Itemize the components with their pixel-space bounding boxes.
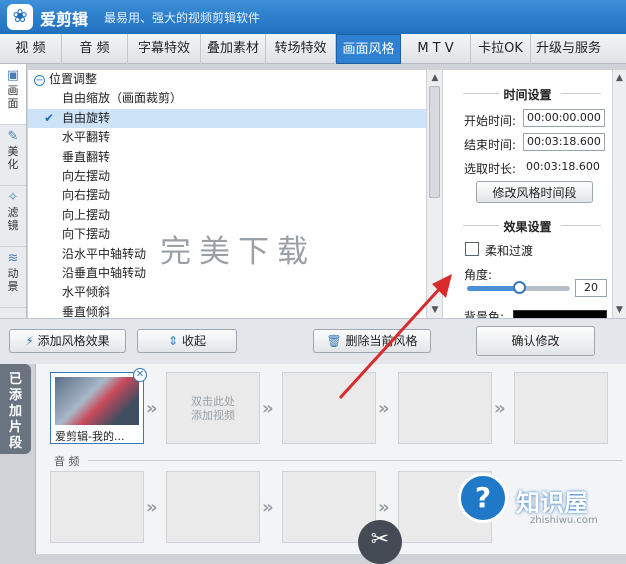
added-clips-tab[interactable]: 已添加片段 bbox=[0, 364, 31, 454]
collapse-button[interactable]: ⇕ 收起 bbox=[137, 329, 237, 353]
settings-panel: 时间设置 开始时间: 00:00:00.000 结束时间: 00:03:18.6… bbox=[443, 70, 612, 324]
empty-audio-slot[interactable] bbox=[50, 471, 144, 543]
video-clip[interactable]: 爱剪辑-我的... bbox=[50, 372, 144, 444]
collapse-arrows-icon: ⇕ bbox=[168, 334, 179, 348]
effect-settings-title: 效果设置 bbox=[503, 220, 552, 234]
side-tab-motion[interactable]: ≋ 动景 bbox=[0, 247, 26, 308]
sparkle-wand-icon: ✧ bbox=[7, 190, 19, 205]
action-bar: ⚡ 添加风格效果 ⇕ 收起 🗑 删除当前风格 确认修改 bbox=[0, 318, 626, 364]
scissors-icon[interactable]: ✂ bbox=[358, 520, 402, 564]
tab-mtv[interactable]: M T V bbox=[401, 34, 471, 64]
end-time-field[interactable]: 00:03:18.600 bbox=[523, 133, 605, 151]
tab-karaoke[interactable]: 卡拉OK bbox=[471, 34, 531, 64]
angle-label: 角度: bbox=[464, 268, 493, 282]
tab-overlay[interactable]: 叠加素材 bbox=[201, 34, 266, 64]
divider bbox=[88, 460, 623, 461]
film-reel-icon: ❀ bbox=[7, 4, 33, 30]
duration-label: 选取时长: bbox=[464, 162, 517, 176]
tab-video[interactable]: 视 频 bbox=[0, 34, 62, 64]
chevron-right-icon: » bbox=[146, 398, 158, 419]
watermark-text: 完美下载 bbox=[160, 234, 316, 270]
modify-style-period-button[interactable]: 修改风格时间段 bbox=[476, 181, 593, 203]
add-style-effect-button[interactable]: ⚡ 添加风格效果 bbox=[9, 329, 126, 353]
remove-clip-icon[interactable]: ✕ bbox=[133, 368, 147, 382]
wand-plus-icon: ⚡ bbox=[25, 334, 34, 348]
start-time-label: 开始时间: bbox=[464, 114, 517, 128]
settings-scrollbar[interactable]: ▲ ▼ bbox=[612, 70, 626, 318]
tab-picture-style[interactable]: 画面风格 bbox=[336, 34, 401, 64]
list-item[interactable]: 向左摆动 bbox=[28, 167, 426, 186]
tab-subtitle-effects[interactable]: 字幕特效 bbox=[128, 34, 201, 64]
clip-thumbnail bbox=[55, 377, 139, 425]
app-name: 爱剪辑 bbox=[40, 10, 89, 29]
tab-transitions[interactable]: 转场特效 bbox=[266, 34, 336, 64]
clip-caption: 爱剪辑-我的... bbox=[55, 430, 125, 443]
checkmark-icon: ✔ bbox=[44, 110, 55, 125]
scroll-up-icon[interactable]: ▲ bbox=[427, 70, 443, 86]
list-item[interactable]: 自由缩放（画面裁剪） bbox=[28, 89, 426, 108]
audio-track-label: 音 频 bbox=[54, 455, 80, 468]
chevron-right-icon: » bbox=[494, 398, 506, 419]
soft-transition-label: 柔和过渡 bbox=[485, 244, 534, 258]
empty-video-slot[interactable]: 双击此处 添加视频 bbox=[166, 372, 260, 444]
start-time-field[interactable]: 00:00:00.000 bbox=[523, 109, 605, 127]
question-monitor-icon: ? bbox=[458, 473, 508, 523]
list-item[interactable]: 向右摆动 bbox=[28, 186, 426, 205]
soft-transition-checkbox[interactable] bbox=[465, 242, 479, 256]
duration-value: 00:03:18.600 bbox=[526, 160, 600, 173]
angle-value-field[interactable]: 20 bbox=[575, 279, 607, 297]
chevron-right-icon: » bbox=[146, 497, 158, 518]
list-group-header[interactable]: − 位置调整 bbox=[28, 70, 426, 89]
tab-audio[interactable]: 音 频 bbox=[62, 34, 128, 64]
list-item[interactable]: 向上摆动 bbox=[28, 206, 426, 225]
screen-icon: ▣ bbox=[6, 68, 20, 83]
app-slogan: 最易用、强大的视频剪辑软件 bbox=[104, 11, 261, 25]
collapse-minus-icon[interactable]: − bbox=[34, 75, 45, 86]
divider bbox=[561, 93, 601, 94]
scroll-up-icon[interactable]: ▲ bbox=[613, 70, 626, 86]
empty-audio-slot[interactable] bbox=[166, 471, 260, 543]
style-category-tabs: ▣ 画面 ✎ 美化 ✧ 滤镜 ≋ 动景 bbox=[0, 64, 27, 318]
chevron-right-icon: » bbox=[262, 497, 274, 518]
magic-wand-icon: ✎ bbox=[7, 129, 19, 144]
chevron-right-icon: » bbox=[378, 497, 390, 518]
title-bar: ❀ 爱剪辑 最易用、强大的视频剪辑软件 bbox=[0, 0, 626, 34]
side-tab-picture[interactable]: ▣ 画面 bbox=[0, 64, 26, 125]
tab-upgrade-service[interactable]: 升级与服务 bbox=[531, 34, 606, 64]
brand-watermark: ? 知识屋 zhishiwu.com bbox=[450, 465, 620, 537]
main-tab-bar: 视 频 音 频 字幕特效 叠加素材 转场特效 画面风格 M T V 卡拉OK 升… bbox=[0, 34, 626, 64]
side-tab-beautify[interactable]: ✎ 美化 bbox=[0, 125, 26, 186]
time-settings-title: 时间设置 bbox=[503, 88, 552, 102]
wave-icon: ≋ bbox=[7, 251, 19, 266]
confirm-modify-button[interactable]: 确认修改 bbox=[476, 326, 595, 356]
divider bbox=[561, 225, 601, 226]
list-item-selected[interactable]: ✔ 自由旋转 bbox=[28, 108, 426, 129]
scroll-down-icon[interactable]: ▼ bbox=[613, 302, 626, 318]
side-tab-filter[interactable]: ✧ 滤镜 bbox=[0, 186, 26, 247]
list-item[interactable]: 水平翻转 bbox=[28, 128, 426, 147]
scroll-thumb[interactable] bbox=[429, 86, 440, 198]
brand-url: zhishiwu.com bbox=[530, 515, 598, 526]
add-video-placeholder: 双击此处 添加视频 bbox=[191, 395, 235, 422]
list-item[interactable]: 垂直翻转 bbox=[28, 148, 426, 167]
brand-name: 知识屋 bbox=[516, 489, 588, 517]
empty-video-slot[interactable] bbox=[514, 372, 608, 444]
chevron-right-icon: » bbox=[262, 398, 274, 419]
end-time-label: 结束时间: bbox=[464, 138, 517, 152]
annotation-arrow bbox=[338, 274, 452, 400]
angle-slider-handle[interactable] bbox=[513, 281, 526, 294]
